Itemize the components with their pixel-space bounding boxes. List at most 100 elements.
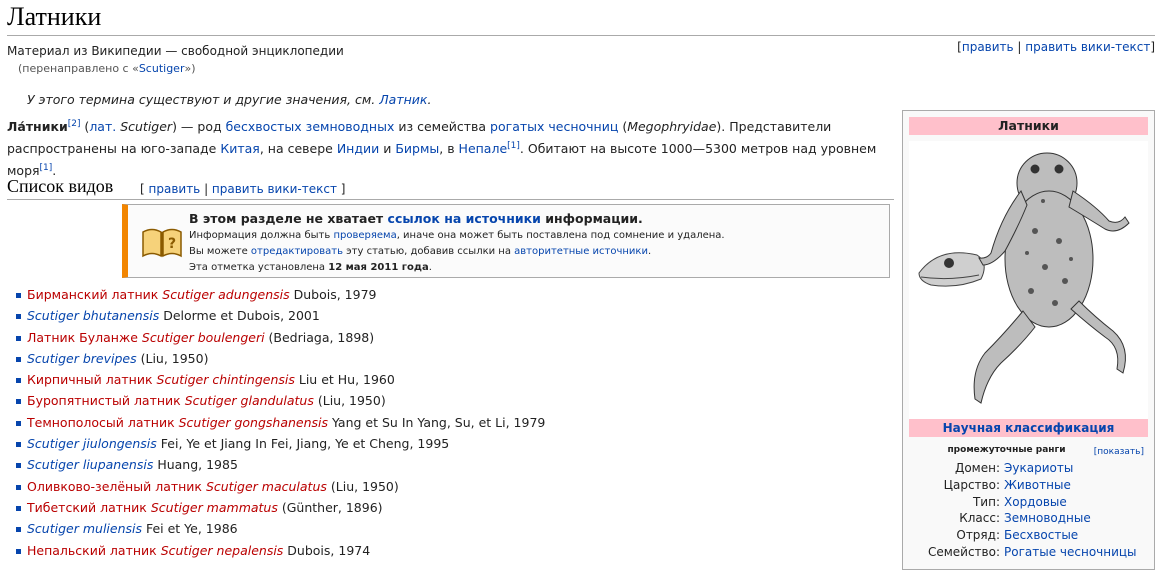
reliable-sources-link[interactable]: авторитетные источники — [514, 246, 648, 257]
page-edit-links: [править | править вики-текст] — [957, 40, 1155, 54]
edit-article-link[interactable]: отредактировать — [251, 246, 343, 257]
latin-name: Scutiger — [116, 119, 173, 134]
megophryidae-link[interactable]: рогатых чесночниц — [490, 119, 618, 134]
separator: | — [1013, 40, 1026, 54]
edit-link[interactable]: править — [962, 40, 1014, 54]
species-latin-name-link[interactable]: Scutiger jiulongensis — [27, 436, 157, 451]
reference-1[interactable]: [1] — [507, 141, 520, 151]
species-common-name-link[interactable]: Бирманский латник — [27, 287, 162, 302]
species-common-name-link[interactable]: Буропятнистый латник — [27, 393, 185, 408]
section-edit-link[interactable]: править — [149, 182, 201, 196]
redirect-prefix: (перенаправлено с « — [18, 62, 139, 75]
notice-text: эту статью, добавив ссылки на — [342, 246, 515, 257]
species-common-name-link[interactable]: Оливково-зелёный латник — [27, 479, 206, 494]
scientific-classification-header: Научная классификация — [909, 419, 1148, 437]
species-latin-name-link[interactable]: Scutiger liupanensis — [27, 457, 153, 472]
species-latin-name-link[interactable]: Scutiger muliensis — [27, 521, 142, 536]
species-latin-name-link[interactable]: Scutiger glandulatus — [185, 393, 314, 408]
species-common-name-link[interactable]: Непальский латник — [27, 543, 161, 558]
site-tagline: Материал из Википедии — свободной энцикл… — [7, 44, 344, 58]
species-common-name-link[interactable]: Темнополосый латник — [27, 415, 179, 430]
taxobox-title: Латники — [909, 117, 1148, 135]
notice-title-text: В этом разделе не хватает — [189, 211, 388, 226]
taxon-value-link[interactable]: Рогатые чесночницы — [1004, 544, 1137, 561]
section-divider — [7, 199, 894, 200]
bracket-close: ] — [336, 182, 346, 196]
taxon-value-link[interactable]: Эукариоты — [1004, 460, 1073, 477]
taxon-value-link[interactable]: Земноводные — [1004, 510, 1091, 527]
section-edit-links: [ править | править вики-текст ] — [140, 182, 345, 196]
svg-text:?: ? — [168, 236, 176, 252]
species-list-item: Бирманский латник Scutiger adungensis Du… — [14, 284, 545, 305]
lead-paragraph: Ла́тники[2] (лат. Scutiger) — род бесхво… — [7, 116, 887, 182]
species-list-item: Scutiger muliensis Fei et Ye, 1986 — [14, 518, 545, 539]
frog-illustration[interactable] — [909, 141, 1148, 423]
species-latin-name-link[interactable]: Scutiger bhutanensis — [27, 308, 159, 323]
notice-text: . — [428, 262, 432, 273]
species-latin-name-link[interactable]: Scutiger maculatus — [206, 479, 327, 494]
species-author: (Liu, 1950) — [313, 393, 386, 409]
species-latin-name-link[interactable]: Scutiger mammatus — [151, 500, 278, 515]
burma-link[interactable]: Бирмы — [395, 141, 439, 156]
species-list-item: Темнополосый латник Scutiger gongshanens… — [14, 412, 545, 433]
species-list-item: Scutiger jiulongensis Fei, Ye et Jiang I… — [14, 433, 545, 454]
taxonomy-row: Тип: Хордовые — [903, 494, 1154, 511]
taxonomy-row: Домен: Эукариоты — [903, 460, 1154, 477]
intermediate-ranks-label: промежуточные ранги — [947, 445, 1066, 455]
lead-text: , в — [439, 141, 459, 156]
show-ranks-toggle[interactable]: [показать] — [1094, 447, 1144, 457]
reference-1[interactable]: [1] — [40, 163, 53, 173]
verifiability-link[interactable]: проверяема — [333, 230, 396, 241]
species-latin-name-link[interactable]: Scutiger brevipes — [27, 351, 137, 366]
species-author: Dubois, 1974 — [283, 542, 371, 558]
lead-text: ) — род — [172, 119, 226, 134]
species-latin-name-link[interactable]: Scutiger boulengeri — [142, 330, 265, 345]
lead-text: из семейства — [394, 119, 491, 134]
species-latin-name-link[interactable]: Scutiger chintingensis — [157, 372, 295, 387]
reference-2[interactable]: [2] — [68, 119, 81, 129]
species-common-name-link[interactable]: Кирпичный латник — [27, 372, 157, 387]
species-common-name-link[interactable]: Тибетский латник — [27, 500, 151, 515]
book-question-icon: ? — [142, 228, 182, 258]
redirect-suffix: ») — [184, 62, 196, 75]
section-edit-wikitext-link[interactable]: править вики-текст — [212, 182, 337, 196]
species-list-item: Латник Буланже Scutiger boulengeri (Bedr… — [14, 327, 545, 348]
species-latin-name-link[interactable]: Scutiger adungensis — [162, 287, 289, 302]
taxon-value-link[interactable]: Бесхвостые — [1004, 527, 1078, 544]
notice-text: Информация должна быть — [189, 230, 334, 241]
notice-text: . — [647, 246, 652, 257]
hatnote-end: . — [427, 92, 432, 107]
disambiguation-link[interactable]: Латник — [379, 92, 427, 107]
china-link[interactable]: Китая — [220, 141, 259, 156]
redirect-source-link[interactable]: Scutiger — [139, 62, 185, 75]
india-link[interactable]: Индии — [337, 141, 379, 156]
species-list-item: Кирпичный латник Scutiger chintingensis … — [14, 369, 545, 390]
species-latin-name-link[interactable]: Scutiger gongshanensis — [179, 415, 328, 430]
anura-link[interactable]: бесхвостых земноводных — [226, 119, 395, 134]
disambiguation-hatnote: У этого термина существуют и другие знач… — [27, 92, 431, 107]
sources-link[interactable]: ссылок на источники — [388, 211, 541, 226]
taxon-value-link[interactable]: Хордовые — [1004, 494, 1067, 511]
taxon-rank: Семейство: — [927, 545, 1000, 559]
scientific-classification-link[interactable]: Научная классификация — [943, 421, 1115, 435]
species-list-item: Scutiger bhutanensis Delorme et Dubois, … — [14, 305, 545, 326]
taxon-rank: Тип: — [972, 494, 1000, 509]
notice-title: В этом разделе не хватает ссылок на исто… — [189, 210, 725, 228]
species-author: Fei, Ye et Jiang In Fei, Jiang, Ye et Ch… — [156, 436, 450, 452]
species-list-item: Scutiger brevipes (Liu, 1950) — [14, 348, 545, 369]
taxon-value-link[interactable]: Животные — [1004, 477, 1071, 494]
notice-line-3: Эта отметка установлена 12 мая 2011 года… — [189, 260, 725, 276]
species-author: Liu et Hu, 1960 — [294, 372, 395, 388]
family-latin-name: Megophryidae — [627, 119, 717, 134]
latin-language-link[interactable]: лат. — [89, 119, 116, 134]
species-common-name-link[interactable]: Латник Буланже — [27, 330, 142, 345]
species-list-item: Тибетский латник Scutiger mammatus (Günt… — [14, 497, 545, 518]
redirect-note: (перенаправлено с «Scutiger») — [18, 62, 196, 75]
taxonomy-row: Семейство: Рогатые чесночницы — [903, 544, 1154, 561]
species-author: (Günther, 1896) — [277, 499, 383, 515]
species-latin-name-link[interactable]: Scutiger nepalensis — [161, 543, 284, 558]
notice-title-text: информации. — [540, 211, 643, 226]
nepal-link[interactable]: Непале — [459, 141, 508, 156]
edit-wikitext-link[interactable]: править вики-текст — [1025, 40, 1150, 54]
lead-text: ( — [80, 119, 90, 134]
